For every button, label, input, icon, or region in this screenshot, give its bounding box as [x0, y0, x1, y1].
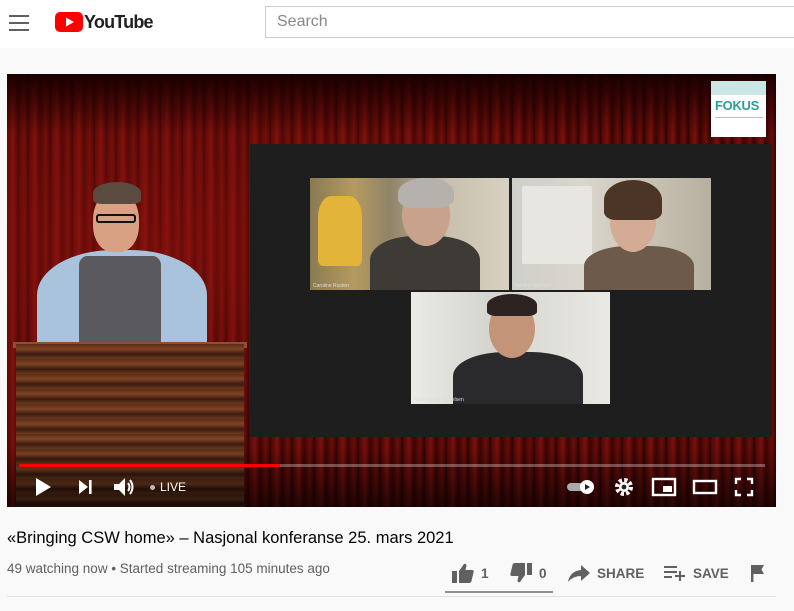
participant-name: Caroline Rusten	[313, 283, 349, 289]
participant-name: Kristine Bjørnes	[515, 283, 551, 289]
video-info: 49 watching now • Started streaming 105 …	[7, 561, 330, 576]
like-button[interactable]: 1	[451, 562, 489, 584]
miniplayer-icon	[651, 477, 677, 497]
video-call-screen: Caroline Rusten Kristine Bjørnes Mikkel …	[250, 144, 772, 437]
play-button[interactable]	[31, 474, 55, 500]
fokus-logo-tagline	[715, 117, 763, 127]
fokus-logo-word: FOKUS	[715, 98, 760, 113]
autoplay-toggle-icon	[567, 480, 594, 494]
youtube-logo-icon	[55, 12, 83, 32]
youtube-logo[interactable]: YouTube	[55, 11, 154, 33]
fokus-logo: FOKUS	[711, 81, 766, 137]
dislike-button[interactable]: 0	[509, 562, 547, 584]
search-input[interactable]: Search	[265, 6, 794, 38]
dislike-icon	[510, 563, 532, 583]
presenter-glasses	[96, 214, 136, 223]
menu-icon[interactable]	[9, 15, 29, 31]
next-button[interactable]	[73, 474, 97, 500]
divider	[7, 596, 776, 597]
fullscreen-icon	[734, 477, 754, 497]
autoplay-toggle[interactable]	[566, 474, 596, 500]
theater-icon	[692, 479, 718, 495]
participant-tile: Caroline Rusten	[310, 178, 509, 290]
dislike-count: 0	[539, 565, 547, 581]
live-badge[interactable]: LIVE	[150, 480, 186, 494]
settings-icon	[615, 478, 633, 496]
participant-tile: Mikkel Eskil Mikkelsen	[411, 292, 610, 404]
play-icon	[36, 478, 51, 496]
quiz-poster	[522, 186, 592, 264]
painting	[318, 196, 362, 266]
share-label: SHARE	[597, 565, 645, 581]
share-button[interactable]: SHARE	[567, 562, 644, 584]
participant-body	[584, 246, 694, 290]
miniplayer-button[interactable]	[650, 474, 678, 500]
share-icon	[568, 565, 590, 582]
sentiment-bar	[445, 591, 553, 593]
live-dot-icon	[150, 484, 155, 490]
participant-body	[453, 352, 583, 404]
like-icon	[452, 563, 474, 583]
presenter-vest	[79, 256, 161, 350]
logo-text: YouTube	[84, 11, 154, 32]
next-icon	[79, 480, 92, 494]
report-button[interactable]	[749, 562, 773, 584]
fokus-logo-band	[711, 81, 766, 95]
save-icon	[664, 566, 685, 581]
report-flag-icon	[751, 565, 764, 582]
fullscreen-button[interactable]	[731, 474, 757, 500]
volume-icon	[114, 478, 134, 496]
volume-button[interactable]	[111, 474, 137, 500]
participant-tile: Kristine Bjørnes	[512, 178, 711, 290]
save-button[interactable]: SAVE	[663, 562, 729, 584]
participant-hair	[398, 178, 454, 208]
participant-hair	[604, 180, 662, 220]
participant-name: Mikkel Eskil Mikkelsen	[414, 397, 464, 403]
presenter-hair	[93, 182, 141, 204]
top-shade	[7, 74, 776, 134]
theater-mode-button[interactable]	[691, 474, 719, 500]
like-count: 1	[481, 565, 489, 581]
live-label: LIVE	[160, 480, 187, 494]
video-title: «Bringing CSW home» – Nasjonal konferans…	[7, 529, 454, 547]
settings-button[interactable]	[611, 474, 637, 500]
search-placeholder: Search	[277, 13, 328, 30]
save-label: SAVE	[693, 565, 729, 581]
progress-played	[19, 464, 281, 467]
progress-bar[interactable]	[19, 464, 765, 467]
participant-hair	[487, 294, 537, 316]
video-player[interactable]: FOKUS Caroline Rusten Kristine Bjørnes M…	[7, 74, 776, 507]
masthead: YouTube Search	[0, 0, 794, 48]
